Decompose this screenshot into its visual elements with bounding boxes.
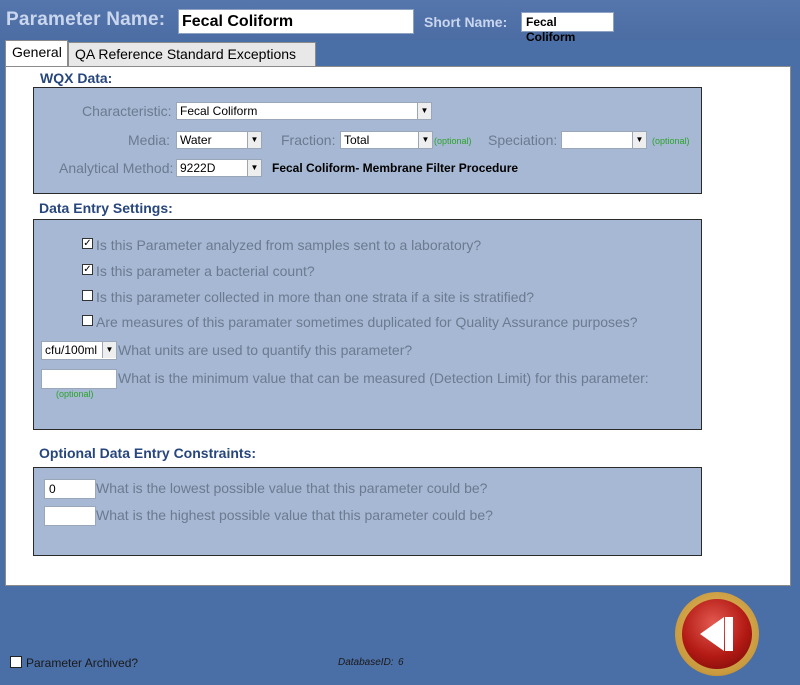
check-icon: ✓ [83, 238, 92, 249]
question-label: Is this parameter a bacterial count? [96, 263, 315, 279]
database-id-label: DatabaseID: [338, 657, 394, 668]
qa-duplicate-checkbox[interactable] [82, 315, 93, 326]
data-entry-section-title: Data Entry Settings: [39, 200, 173, 216]
parameter-name-label: Parameter Name: [6, 9, 166, 30]
detection-limit-input[interactable] [41, 369, 117, 389]
characteristic-select[interactable]: Fecal Coliform ▼ [176, 102, 432, 120]
chevron-down-icon[interactable]: ▼ [102, 342, 116, 358]
units-question-label: What units are used to quantify this par… [118, 342, 413, 358]
analytical-method-description: Fecal Coliform- Membrane Filter Procedur… [272, 161, 519, 175]
lowest-value-label: What is the lowest possible value that t… [96, 480, 488, 496]
speciation-select[interactable]: ▼ [561, 131, 647, 149]
lowest-value-input[interactable]: 0 [44, 479, 96, 499]
database-id-value: 6 [398, 657, 404, 668]
speciation-optional-note: (optional) [652, 136, 690, 146]
question-label: Are measures of this paramater sometimes… [96, 314, 638, 330]
archived-label: Parameter Archived? [26, 656, 139, 670]
bacterial-count-checkbox[interactable]: ✓ [82, 264, 93, 275]
chevron-down-icon[interactable]: ▼ [418, 132, 432, 148]
media-value: Water [180, 133, 212, 147]
chevron-down-icon[interactable]: ▼ [247, 132, 261, 148]
question-label: Is this parameter collected in more than… [96, 289, 535, 305]
tab-qa-reference[interactable]: QA Reference Standard Exceptions [68, 42, 316, 66]
tab-general[interactable]: General [5, 40, 68, 67]
parameter-name-input[interactable]: Fecal Coliform [178, 9, 414, 34]
detection-optional-note: (optional) [56, 389, 94, 399]
back-arrow-icon [682, 599, 752, 669]
analytical-method-select[interactable]: 9222D ▼ [176, 159, 262, 177]
analytical-method-value: 9222D [180, 161, 216, 175]
fraction-select[interactable]: Total ▼ [340, 131, 433, 149]
data-entry-section-box: ✓ Is this Parameter analyzed from sample… [33, 219, 702, 430]
question-label: Is this Parameter analyzed from samples … [96, 237, 482, 253]
fraction-value: Total [344, 133, 370, 147]
constraints-section-box: 0 What is the lowest possible value that… [33, 467, 702, 556]
short-name-input[interactable]: Fecal Coliform [521, 12, 614, 44]
stratified-checkbox[interactable] [82, 290, 93, 301]
fraction-label: Fraction: [281, 132, 336, 148]
general-tab-panel: WQX Data: Characteristic: Fecal Coliform… [5, 66, 791, 586]
constraints-section-title: Optional Data Entry Constraints: [39, 445, 257, 461]
wqx-section-title: WQX Data: [40, 70, 113, 86]
fraction-optional-note: (optional) [434, 136, 472, 146]
units-value: cfu/100ml [45, 343, 98, 357]
units-select[interactable]: cfu/100ml ▼ [41, 341, 117, 360]
detection-limit-label: What is the minimum value that can be me… [118, 370, 649, 386]
media-select[interactable]: Water ▼ [176, 131, 262, 149]
speciation-label: Speciation: [488, 132, 558, 148]
wqx-section-box: Characteristic: Fecal Coliform ▼ Media: … [33, 87, 702, 194]
header-bar: Parameter Name: Fecal Coliform Short Nam… [0, 0, 800, 44]
lab-analyzed-checkbox[interactable]: ✓ [82, 238, 93, 249]
chevron-down-icon[interactable]: ▼ [632, 132, 646, 148]
archived-checkbox[interactable] [10, 656, 22, 668]
media-label: Media: [128, 132, 171, 148]
chevron-down-icon[interactable]: ▼ [417, 103, 431, 119]
chevron-down-icon[interactable]: ▼ [247, 160, 261, 176]
short-name-label: Short Name: [424, 14, 508, 30]
highest-value-label: What is the highest possible value that … [96, 507, 493, 523]
check-icon: ✓ [83, 264, 92, 275]
characteristic-label: Characteristic: [82, 103, 172, 119]
analytical-method-label: Analytical Method: [59, 160, 174, 176]
highest-value-input[interactable] [44, 506, 96, 526]
tab-strip: QA Reference Standard Exceptions General [0, 40, 800, 67]
characteristic-value: Fecal Coliform [180, 104, 258, 118]
back-button[interactable] [675, 592, 759, 676]
